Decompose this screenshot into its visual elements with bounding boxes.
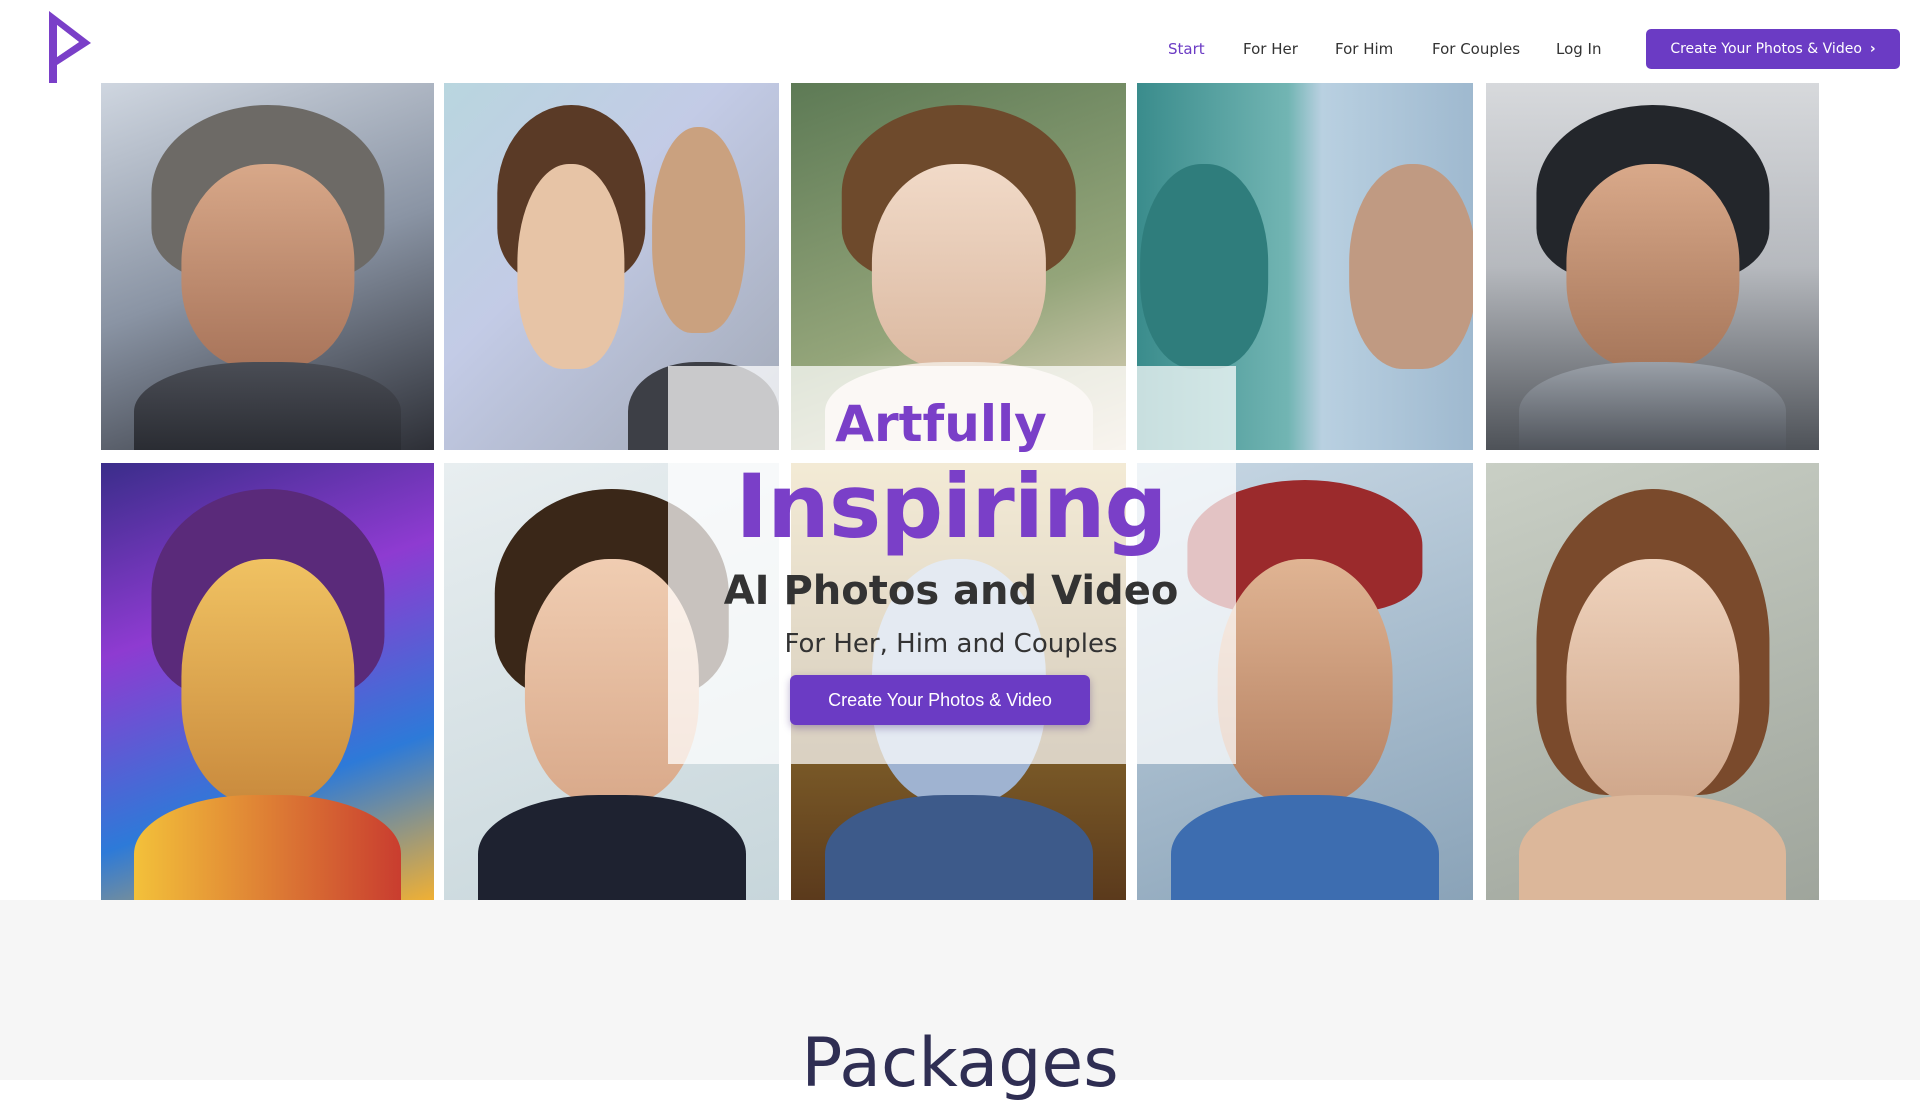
hero-title-artfully: Artfully: [835, 395, 1047, 453]
nav-start[interactable]: Start: [1168, 40, 1205, 58]
packages-section: Packages: [0, 900, 1920, 1098]
create-photos-button-hero[interactable]: Create Your Photos & Video: [790, 675, 1090, 725]
nav-for-her[interactable]: For Her: [1243, 40, 1298, 58]
chevron-right-icon: ›: [1869, 41, 1876, 57]
gallery-tile-cosmic-heroine[interactable]: [101, 463, 434, 900]
hero-subtitle: AI Photos and Video: [723, 568, 1179, 614]
create-photos-button-header[interactable]: Create Your Photos & Video ›: [1646, 29, 1900, 69]
gallery-tile-bearded-warrior[interactable]: [101, 83, 434, 450]
packages-title: Packages: [801, 1024, 1119, 1103]
nav-for-couples[interactable]: For Couples: [1432, 40, 1520, 58]
gallery-tile-armored-hero[interactable]: [1486, 83, 1819, 450]
create-photos-button-label: Create Your Photos & Video: [1670, 41, 1862, 57]
hero-title-inspiring: Inspiring: [735, 455, 1167, 558]
hero-tagline: For Her, Him and Couples: [784, 629, 1118, 659]
nav-log-in[interactable]: Log In: [1556, 40, 1602, 58]
p-play-logo-icon[interactable]: [45, 9, 95, 92]
gallery-tile-elf-woman[interactable]: [1486, 463, 1819, 900]
nav-for-him[interactable]: For Him: [1335, 40, 1393, 58]
site-header: Start For Her For Him For Couples Log In…: [0, 0, 1920, 92]
